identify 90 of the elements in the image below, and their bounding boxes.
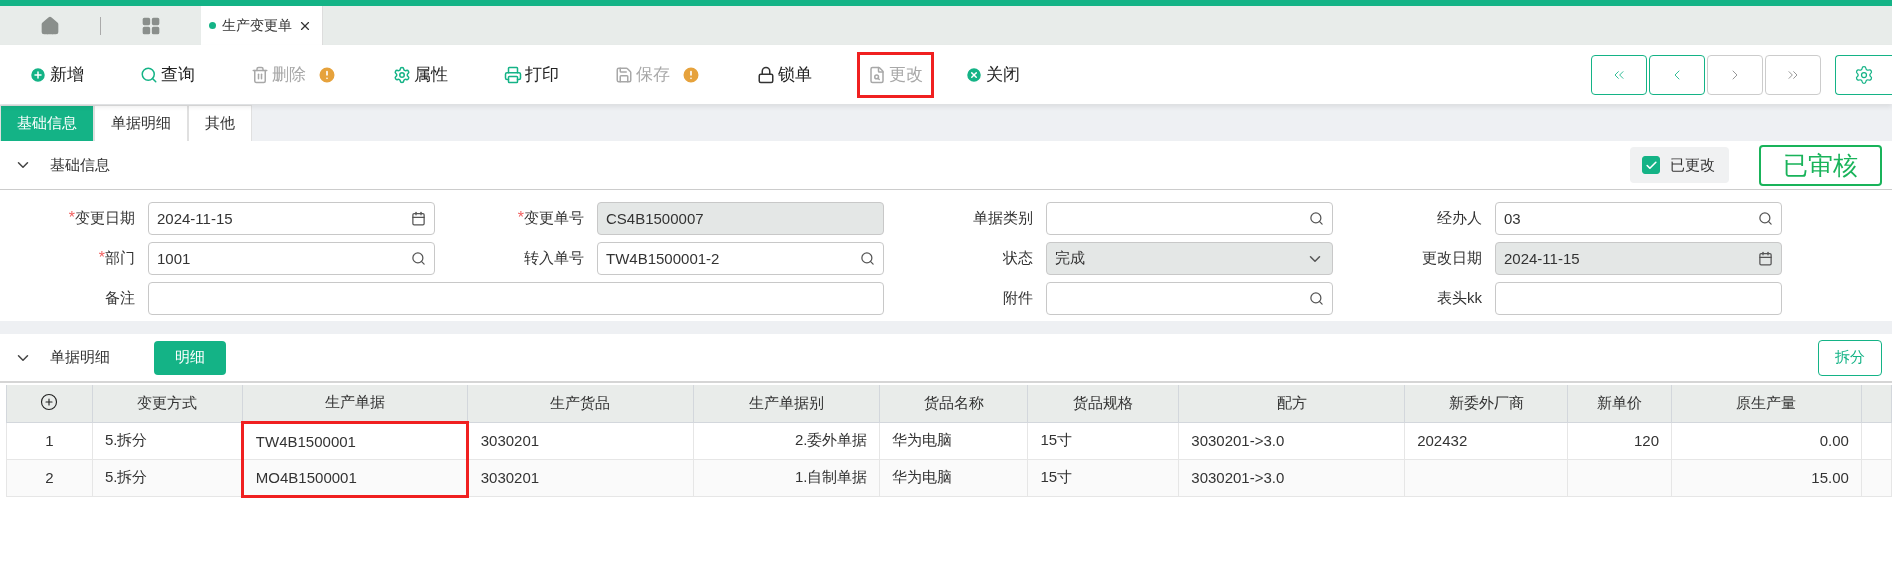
table-cell: 15.00 [1671, 459, 1862, 496]
column-header: 变更方式 [92, 385, 243, 422]
search-icon[interactable] [1309, 291, 1324, 306]
home-icon[interactable] [40, 15, 60, 36]
input-field[interactable]: 2024-11-15 [1495, 242, 1782, 275]
table-cell: 202432 [1404, 422, 1568, 459]
input-field[interactable]: 完成 [1046, 242, 1333, 275]
table-cell: 120 [1567, 422, 1672, 459]
lock-icon[interactable] [757, 65, 775, 84]
search-icon[interactable] [860, 251, 875, 266]
document-tab[interactable]: 生产变更单 [201, 6, 323, 45]
checkbox[interactable] [1642, 156, 1660, 174]
table-cell: 5.拆分 [92, 459, 243, 496]
grid-icon[interactable] [141, 15, 161, 36]
calendar-icon[interactable] [411, 211, 426, 226]
add-button[interactable]: 新增 [18, 51, 95, 98]
add-row-icon[interactable] [40, 392, 59, 411]
search-icon[interactable] [1309, 211, 1324, 226]
table-cell: 华为电脑 [880, 422, 1028, 459]
section-title: 单据明细 [50, 348, 110, 367]
field-label: *变更单号 [516, 209, 585, 228]
table-cell: 0.00 [1671, 422, 1862, 459]
column-header: 原生产量 [1671, 385, 1862, 422]
field-label: 备注 [104, 289, 136, 308]
status-dot [209, 22, 216, 29]
section-title: 基础信息 [50, 155, 110, 175]
field-label: *变更日期 [67, 209, 136, 228]
field-label: 经办人 [1436, 209, 1483, 228]
input-field[interactable] [1046, 282, 1333, 315]
properties-button[interactable]: 属性 [382, 51, 459, 98]
approved-stamp: 已审核 [1759, 144, 1882, 186]
table-cell: 15寸 [1027, 422, 1179, 459]
column-header: 生产货品 [467, 385, 694, 422]
table-cell: 3030201->3.0 [1178, 459, 1405, 496]
row-number: 1 [6, 422, 93, 459]
input-field[interactable] [148, 282, 884, 315]
check-icon [1644, 158, 1658, 172]
required-mark: * [68, 209, 75, 226]
field-label: 附件 [1002, 289, 1034, 308]
required-mark: * [98, 249, 105, 266]
lock-button[interactable]: 锁单 [746, 51, 823, 98]
previous-button[interactable] [1649, 54, 1705, 95]
section-tab[interactable]: 单据明细 [94, 105, 188, 141]
first-page-button[interactable] [1591, 54, 1647, 95]
table-cell: 华为电脑 [880, 459, 1028, 496]
input-field[interactable]: CS4B1500007 [597, 202, 884, 235]
print-button[interactable]: 打印 [493, 51, 570, 98]
column-header: 货品名称 [880, 385, 1028, 422]
column-header: 新单价 [1567, 385, 1672, 422]
gear-icon[interactable] [1854, 64, 1874, 85]
row-number: 2 [6, 459, 93, 496]
field-label: 表头kk [1436, 289, 1483, 308]
table-cell: TW4B1500001 [242, 422, 468, 459]
changed-checkbox[interactable]: 已更改 [1630, 147, 1729, 183]
column-header: 生产单据 [242, 385, 468, 422]
plus-circle-icon[interactable] [29, 65, 47, 84]
table-cell: 3030201 [467, 459, 694, 496]
input-field[interactable]: 1001 [148, 242, 435, 275]
column-header: 货品规格 [1027, 385, 1179, 422]
input-field[interactable]: 03 [1495, 202, 1782, 235]
section-tab[interactable]: 其他 [188, 105, 252, 141]
column-header: 配方 [1178, 385, 1405, 422]
field-label: 单据类别 [972, 209, 1034, 228]
field-label: 状态 [1002, 249, 1034, 268]
search-icon[interactable] [1758, 211, 1773, 226]
calendar-icon[interactable] [1758, 251, 1773, 266]
close-button[interactable]: 关闭 [954, 51, 1031, 98]
table-cell: 15寸 [1027, 459, 1179, 496]
table-cell: 3030201->3.0 [1178, 422, 1405, 459]
query-button[interactable]: 查询 [129, 51, 206, 98]
table-cell: MO4B1500001 [242, 459, 468, 496]
checkbox-label: 已更改 [1670, 155, 1715, 175]
field-label: 更改日期 [1421, 249, 1483, 268]
printer-icon[interactable] [504, 65, 522, 84]
table-cell: 1.自制单据 [693, 459, 880, 496]
column-header: 新委外厂商 [1404, 385, 1568, 422]
table-cell: 5.拆分 [92, 422, 243, 459]
input-field[interactable] [1495, 282, 1782, 315]
input-field[interactable] [1046, 202, 1333, 235]
search-icon[interactable] [411, 251, 426, 266]
column-header: 生产单据别 [693, 385, 880, 422]
input-field[interactable]: TW4B1500001-2 [597, 242, 884, 275]
required-mark: * [517, 209, 524, 226]
field-label: 转入单号 [523, 249, 585, 268]
input-field[interactable]: 2024-11-15 [148, 202, 435, 235]
table-cell: 3030201 [467, 422, 694, 459]
settings-button[interactable] [1835, 54, 1892, 95]
field-label: *部门 [97, 249, 136, 268]
gear-icon[interactable] [393, 65, 411, 84]
table-cell: 2.委外单据 [693, 422, 880, 459]
